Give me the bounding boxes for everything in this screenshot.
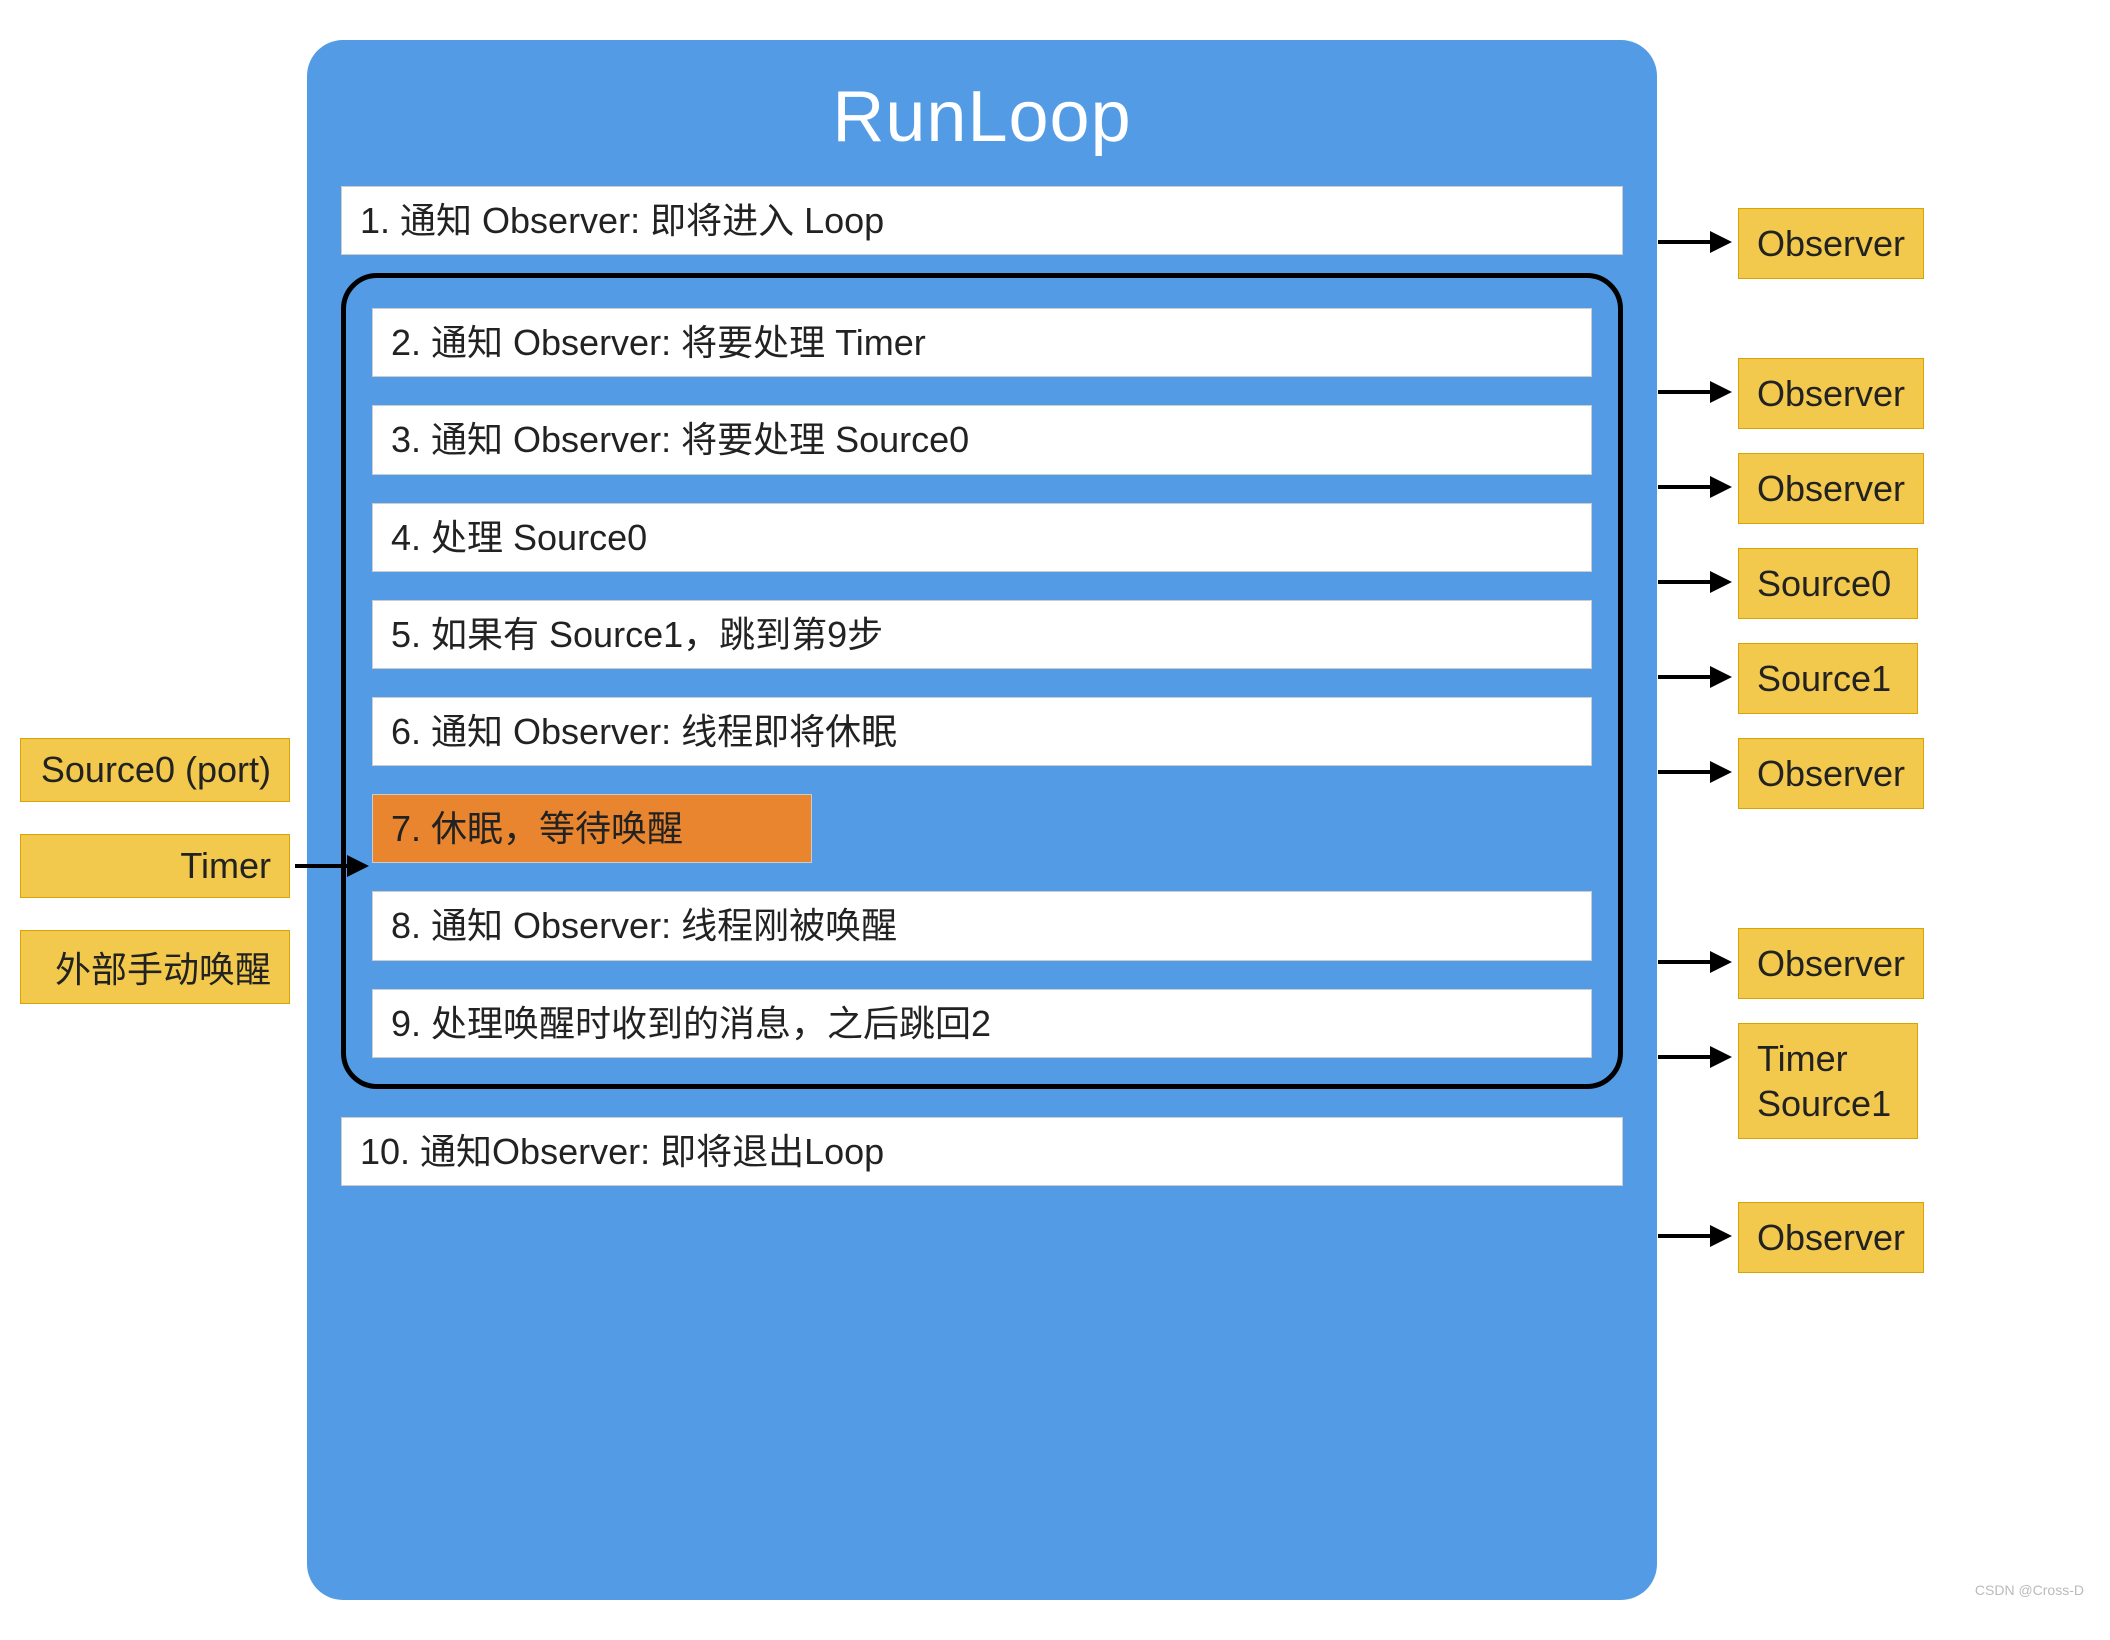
arrow-step5 bbox=[1658, 675, 1728, 679]
step-3: 3. 通知 Observer: 将要处理 Source0 bbox=[372, 405, 1592, 474]
panel-title: RunLoop bbox=[341, 76, 1623, 158]
step-9: 9. 处理唤醒时收到的消息，之后跳回2 bbox=[372, 989, 1592, 1058]
step-10: 10. 通知Observer: 即将退出Loop bbox=[341, 1117, 1623, 1186]
right-label-9: Timer Source1 bbox=[1738, 1023, 1918, 1139]
left-label-timer: Timer bbox=[20, 834, 290, 898]
arrow-step6 bbox=[1658, 770, 1728, 774]
arrow-step1 bbox=[1658, 240, 1728, 244]
step-5: 5. 如果有 Source1，跳到第9步 bbox=[372, 600, 1592, 669]
arrow-step2 bbox=[1658, 390, 1728, 394]
step-7: 7. 休眠，等待唤醒 bbox=[372, 794, 812, 863]
right-label-2: Observer bbox=[1738, 358, 1924, 429]
diagram-stage: RunLoop 1. 通知 Observer: 即将进入 Loop 2. 通知 … bbox=[20, 40, 2090, 1600]
right-label-4: Source0 bbox=[1738, 548, 1918, 619]
loop-inner-box: 2. 通知 Observer: 将要处理 Timer 3. 通知 Observe… bbox=[341, 273, 1623, 1089]
step-8: 8. 通知 Observer: 线程刚被唤醒 bbox=[372, 891, 1592, 960]
arrow-step10 bbox=[1658, 1234, 1728, 1238]
arrow-timer-to-step7 bbox=[295, 864, 365, 868]
watermark: CSDN @Cross-D bbox=[1975, 1582, 2084, 1598]
right-label-5: Source1 bbox=[1738, 643, 1918, 714]
runloop-panel: RunLoop 1. 通知 Observer: 即将进入 Loop 2. 通知 … bbox=[307, 40, 1657, 1600]
arrow-step8 bbox=[1658, 960, 1728, 964]
right-label-3: Observer bbox=[1738, 453, 1924, 524]
step-1: 1. 通知 Observer: 即将进入 Loop bbox=[341, 186, 1623, 255]
left-label-manual: 外部手动唤醒 bbox=[20, 930, 290, 1004]
step-2: 2. 通知 Observer: 将要处理 Timer bbox=[372, 308, 1592, 377]
right-label-8: Observer bbox=[1738, 928, 1924, 999]
arrow-step4 bbox=[1658, 580, 1728, 584]
left-label-source0: Source0 (port) bbox=[20, 738, 290, 802]
right-label-6: Observer bbox=[1738, 738, 1924, 809]
step-4: 4. 处理 Source0 bbox=[372, 503, 1592, 572]
right-label-1: Observer bbox=[1738, 208, 1924, 279]
step-6: 6. 通知 Observer: 线程即将休眠 bbox=[372, 697, 1592, 766]
arrow-step3 bbox=[1658, 485, 1728, 489]
right-label-10: Observer bbox=[1738, 1202, 1924, 1273]
arrow-step9 bbox=[1658, 1055, 1728, 1059]
